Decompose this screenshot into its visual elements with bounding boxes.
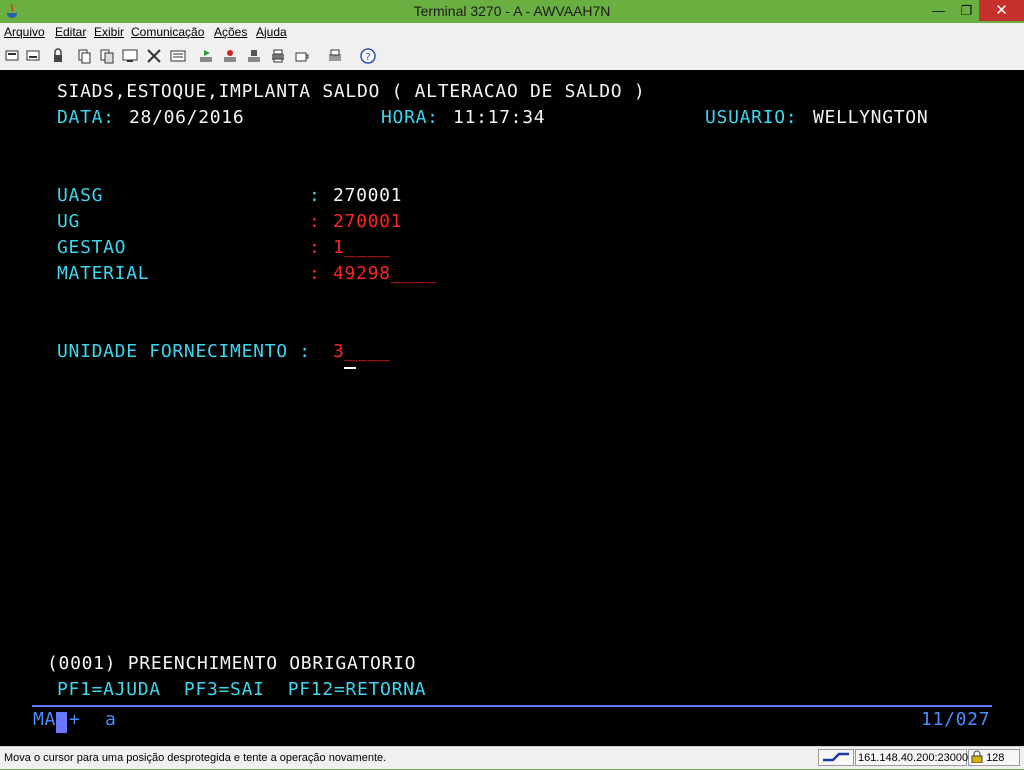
menu-exibir[interactable]: Exibir [94, 25, 124, 39]
copy2-icon[interactable] [99, 48, 115, 64]
coffee-icon[interactable] [294, 48, 310, 64]
encryption-bits: 128 [986, 752, 1005, 764]
gestao-label: GESTAO [57, 237, 127, 258]
gestao-separator: : [309, 237, 321, 258]
oia-plus: + [69, 709, 81, 730]
maximize-button[interactable]: ❐ [953, 0, 980, 21]
cursor-position: 11/027 [921, 709, 991, 730]
print-screen-icon[interactable] [327, 48, 343, 64]
time-label: HORA: [381, 107, 439, 128]
error-message: (0001) PREENCHIMENTO OBRIGATORIO [47, 653, 417, 674]
oia-char: a [105, 709, 117, 730]
cut-icon[interactable] [76, 48, 92, 64]
unidade-value: 3 [333, 341, 345, 362]
copy-icon[interactable] [4, 48, 20, 64]
oia-separator [32, 705, 992, 707]
menu-ajuda[interactable]: Ajuda [256, 25, 287, 39]
date-value: 28/06/2016 [129, 107, 245, 128]
encryption-indicator: 128 [968, 749, 1020, 766]
title-bar: Terminal 3270 - A - AWVAAH7N — ❐ ✕ [0, 0, 1024, 23]
record-icon[interactable] [222, 48, 238, 64]
material-value: 49298 [333, 263, 391, 284]
screen-header: SIADS,ESTOQUE,IMPLANTA SALDO ( ALTERACAO… [57, 81, 646, 102]
date-label: DATA: [57, 107, 115, 128]
material-field[interactable]: 49298____ [333, 264, 437, 284]
gestao-padding: ____ [344, 237, 391, 258]
material-separator: : [309, 263, 321, 284]
paste-icon[interactable] [25, 48, 41, 64]
close-button[interactable]: ✕ [979, 0, 1024, 21]
lock-icon[interactable] [50, 48, 66, 64]
macro-icon[interactable] [146, 48, 162, 64]
minimize-button[interactable]: — [925, 0, 952, 21]
material-padding: ____ [390, 263, 437, 284]
uasg-value: 270001 [333, 185, 403, 206]
window-title: Terminal 3270 - A - AWVAAH7N [413, 3, 611, 19]
menu-editar[interactable]: Editar [55, 25, 86, 39]
unidade-label: UNIDADE FORNECIMENTO : [57, 341, 311, 362]
printer-icon[interactable] [270, 48, 286, 64]
oia-indicator-block [56, 712, 67, 733]
stop-icon[interactable] [246, 48, 262, 64]
user-value: WELLYNGTON [813, 107, 929, 128]
terminal-screen[interactable]: SIADS,ESTOQUE,IMPLANTA SALDO ( ALTERACAO… [0, 70, 1024, 746]
toolbar: ? [0, 43, 1024, 71]
lock-icon [971, 750, 983, 764]
status-bar: Mova o cursor para uma posição desproteg… [0, 746, 1024, 769]
menu-comunicacao[interactable]: Comunicação [131, 25, 204, 39]
menu-arquivo[interactable]: Arquivo [4, 25, 45, 39]
host-address: 161.148.40.200:23000 [855, 749, 968, 766]
user-label: USUARIO: [705, 107, 798, 128]
screen-icon[interactable] [122, 48, 138, 64]
svg-text:?: ? [365, 52, 370, 63]
help-icon[interactable]: ? [360, 48, 376, 64]
gestao-value: 1 [333, 237, 345, 258]
pf-keys-line: PF1=AJUDA PF3=SAI PF12=RETORNA [57, 679, 427, 700]
ug-field[interactable]: 270001 [333, 212, 402, 232]
menu-bar: Arquivo Editar Exibir Comunicação Ações … [0, 23, 1024, 43]
oia-ma: MA [33, 709, 57, 730]
uasg-separator: : [309, 185, 321, 206]
uasg-label: UASG [57, 185, 104, 206]
unidade-field[interactable]: 3____ [333, 342, 391, 362]
time-value: 11:17:34 [453, 107, 546, 128]
ug-label: UG [57, 211, 81, 232]
ug-separator: : [309, 211, 321, 232]
unidade-padding: ____ [344, 341, 391, 362]
gestao-field[interactable]: 1____ [333, 238, 391, 258]
material-label: MATERIAL [57, 263, 150, 284]
connection-icon [823, 752, 849, 762]
connection-indicator [818, 749, 854, 766]
text-cursor [344, 367, 356, 369]
play-icon[interactable] [198, 48, 214, 64]
status-message: Mova o cursor para uma posição desproteg… [4, 752, 387, 764]
menu-acoes[interactable]: Ações [214, 25, 247, 39]
keyboard-icon[interactable] [170, 48, 186, 64]
